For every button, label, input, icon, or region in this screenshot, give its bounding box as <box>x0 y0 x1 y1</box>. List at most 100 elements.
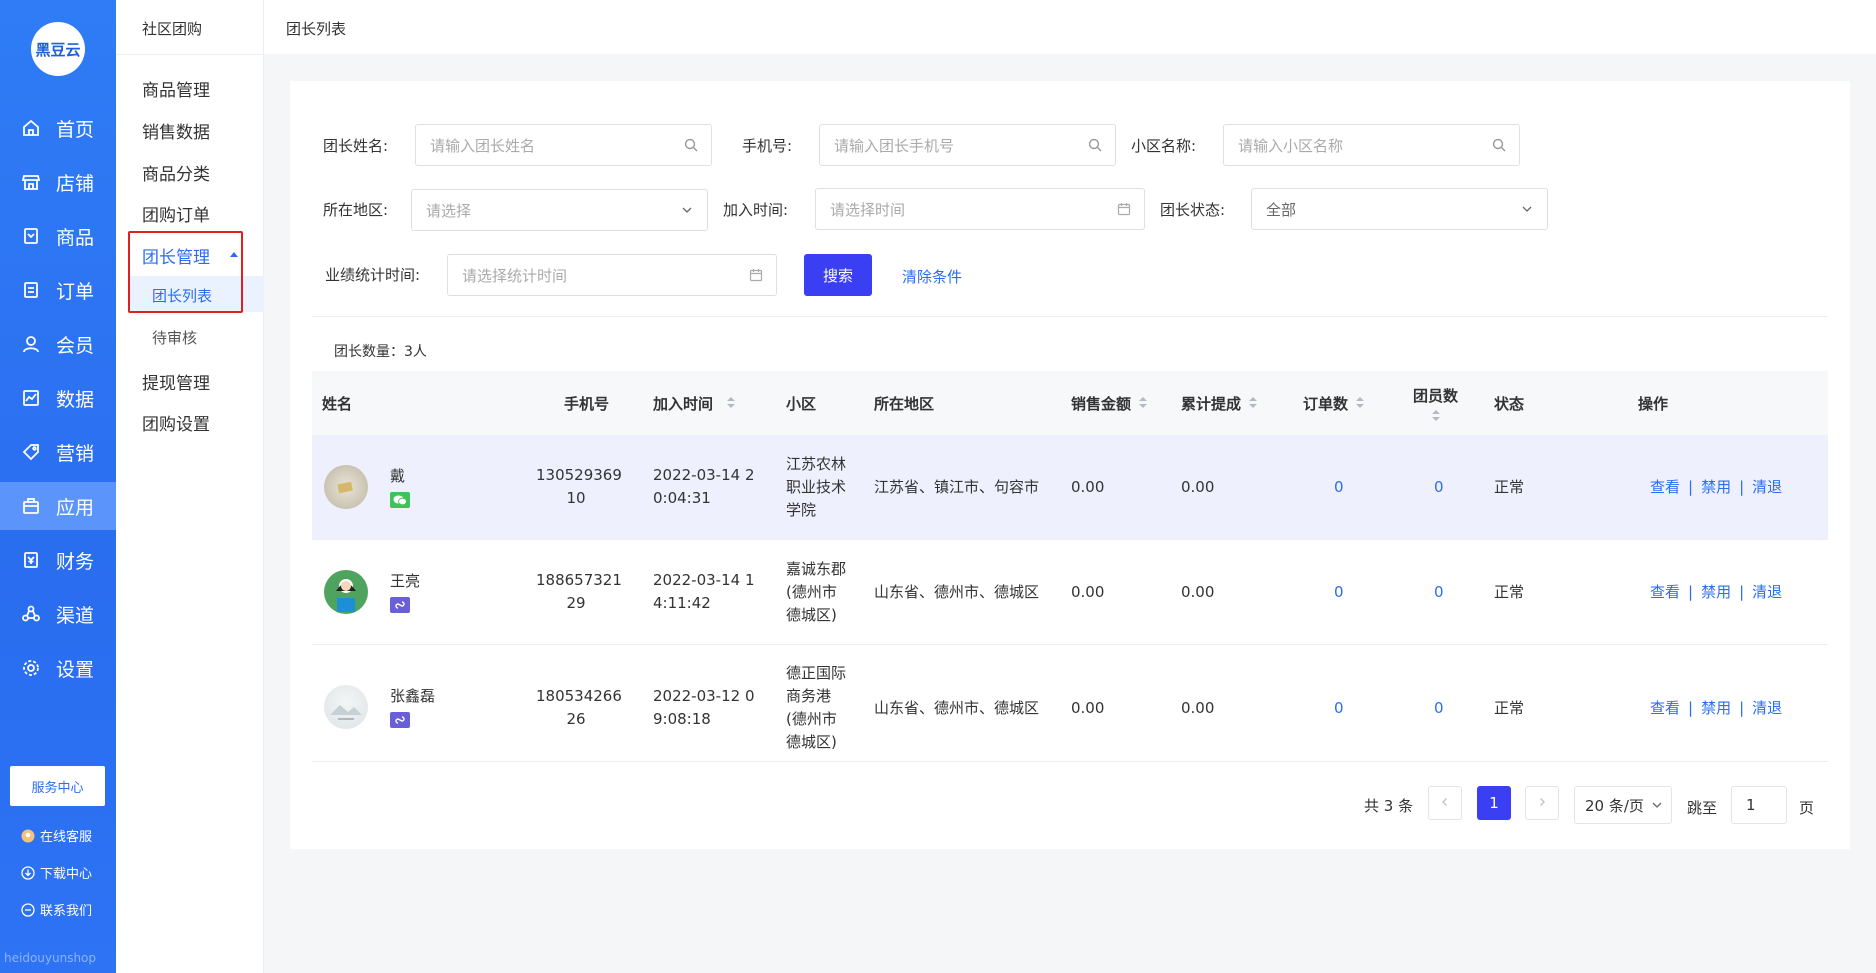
sidebar-item-label: 财务 <box>56 550 95 573</box>
brand-logo[interactable]: 黑豆云 <box>31 22 85 76</box>
sidebar-item-label: 渠道 <box>56 604 95 627</box>
sales-cell: 0.00 <box>1071 583 1105 601</box>
disable-link[interactable]: 禁用 <box>1701 583 1731 601</box>
col-sales[interactable]: 销售金额 <box>1071 371 1148 435</box>
sort-icon[interactable] <box>1356 397 1365 409</box>
remove-link[interactable]: 清退 <box>1752 478 1782 496</box>
members-count-link[interactable]: 0 <box>1434 476 1444 499</box>
download-center-label: 下载中心 <box>40 867 93 882</box>
chevron-down-icon <box>1519 201 1535 217</box>
join-time-placeholder: 请选择时间 <box>830 200 906 219</box>
sidebar-item-order[interactable]: 订单 <box>0 266 116 314</box>
leader-name: 张鑫磊 <box>390 687 436 705</box>
region-cell: 江苏省、镇江市、句容市 <box>874 478 1040 496</box>
next-page-button[interactable] <box>1525 786 1559 820</box>
app-icon <box>20 495 42 517</box>
join-time-picker[interactable]: 请选择时间 <box>815 188 1145 230</box>
prev-page-button[interactable] <box>1428 786 1462 820</box>
subnav-item-product-manage[interactable]: 商品管理 <box>142 76 210 101</box>
sidebar-item-app[interactable]: 应用 <box>0 482 116 530</box>
home-icon <box>20 117 42 139</box>
service-center-button[interactable]: 服务中心 <box>10 766 105 806</box>
page-number-button[interactable]: 1 <box>1477 786 1511 820</box>
col-commission[interactable]: 累计提成 <box>1181 371 1258 435</box>
subnav-item-withdraw-manage[interactable]: 提现管理 <box>142 369 210 394</box>
col-name: 姓名 <box>322 371 352 435</box>
col-orders[interactable]: 订单数 <box>1303 371 1365 435</box>
download-center-link[interactable]: 下载中心 <box>20 863 92 882</box>
sort-icon[interactable] <box>1249 397 1258 409</box>
sidebar-item-product[interactable]: 商品 <box>0 212 116 260</box>
subnav-child-pending-review[interactable]: 待审核 <box>152 327 197 348</box>
leader-status-select[interactable]: 全部 <box>1251 188 1548 230</box>
sidebar-item-label: 会员 <box>56 334 95 357</box>
page-size-select[interactable]: 20 条/页 <box>1574 786 1672 824</box>
contact-us-link[interactable]: 联系我们 <box>20 900 92 919</box>
search-icon <box>1491 137 1507 153</box>
sidebar-item-channel[interactable]: 渠道 <box>0 590 116 638</box>
phone-input[interactable]: 请输入团长手机号 <box>819 124 1116 166</box>
sort-icon[interactable] <box>727 397 736 409</box>
col-members[interactable]: 团员数 <box>1413 371 1458 435</box>
sort-icon[interactable] <box>1139 397 1148 409</box>
community-cell: 德正国际 商务港 (德州市 德城区) <box>786 664 847 751</box>
col-join-time-label: 加入时间 <box>653 394 714 413</box>
sidebar-item-store[interactable]: 店铺 <box>0 158 116 206</box>
jump-page-input[interactable]: 1 <box>1731 786 1787 824</box>
col-join-time[interactable]: 加入时间 <box>653 371 736 435</box>
status-cell: 正常 <box>1494 583 1525 601</box>
sidebar-item-member[interactable]: 会员 <box>0 320 116 368</box>
remove-link[interactable]: 清退 <box>1752 699 1782 717</box>
subnav-item-group-settings[interactable]: 团购设置 <box>142 410 210 435</box>
leader-status-value: 全部 <box>1266 200 1297 219</box>
search-button[interactable]: 搜索 <box>804 254 872 296</box>
separator: | <box>1688 478 1694 496</box>
region-placeholder: 请选择 <box>426 201 472 220</box>
avatar <box>324 465 368 509</box>
wechat-icon <box>390 492 410 508</box>
leader-name-input[interactable]: 请输入团长姓名 <box>415 124 712 166</box>
col-members-label: 团员数 <box>1413 386 1459 405</box>
view-link[interactable]: 查看 <box>1650 583 1680 601</box>
orders-count-link[interactable]: 0 <box>1334 476 1344 499</box>
clear-filters-link[interactable]: 清除条件 <box>902 266 962 287</box>
separator: | <box>1688 583 1694 601</box>
community-input[interactable]: 请输入小区名称 <box>1223 124 1520 166</box>
performance-time-picker[interactable]: 请选择统计时间 <box>447 254 777 296</box>
sidebar-item-finance[interactable]: 财务 <box>0 536 116 584</box>
remove-link[interactable]: 清退 <box>1752 583 1782 601</box>
sidebar-item-label: 首页 <box>56 118 95 141</box>
row-actions: 查看 | 禁用 | 清退 <box>1650 697 1782 718</box>
community-cell: 江苏农林 职业技术 学院 <box>786 455 847 519</box>
orders-count-link[interactable]: 0 <box>1334 581 1344 604</box>
commission-cell: 0.00 <box>1181 699 1215 717</box>
region-label: 所在地区: <box>323 201 389 219</box>
chat-avatar-icon <box>20 828 36 844</box>
sort-icon[interactable] <box>1431 409 1440 422</box>
disable-link[interactable]: 禁用 <box>1701 478 1731 496</box>
disable-link[interactable]: 禁用 <box>1701 699 1731 717</box>
sidebar-item-marketing[interactable]: 营销 <box>0 428 116 476</box>
region-select[interactable]: 请选择 <box>411 189 708 231</box>
orders-count-link[interactable]: 0 <box>1334 697 1344 720</box>
filter-divider <box>312 316 1828 317</box>
separator: | <box>1688 699 1694 717</box>
view-link[interactable]: 查看 <box>1650 478 1680 496</box>
view-link[interactable]: 查看 <box>1650 699 1680 717</box>
subnav-item-product-category[interactable]: 商品分类 <box>142 160 210 185</box>
leader-name-placeholder: 请输入团长姓名 <box>430 136 536 155</box>
online-service-link[interactable]: 在线客服 <box>20 826 92 845</box>
sidebar-item-data[interactable]: 数据 <box>0 374 116 422</box>
separator: | <box>1739 583 1745 601</box>
subnav-item-sales-data[interactable]: 销售数据 <box>142 118 210 143</box>
members-count-link[interactable]: 0 <box>1434 581 1444 604</box>
sidebar-item-home[interactable]: 首页 <box>0 104 116 152</box>
sidebar-item-settings[interactable]: 设置 <box>0 644 116 692</box>
subnav-item-group-order[interactable]: 团购订单 <box>142 201 210 226</box>
breadcrumb: 团长列表 <box>286 20 347 38</box>
sidebar-item-label: 应用 <box>56 496 95 519</box>
members-count-link[interactable]: 0 <box>1434 697 1444 720</box>
data-icon <box>20 387 42 409</box>
region-cell: 山东省、德州市、德城区 <box>874 699 1040 717</box>
leader-status-label: 团长状态: <box>1160 201 1226 219</box>
